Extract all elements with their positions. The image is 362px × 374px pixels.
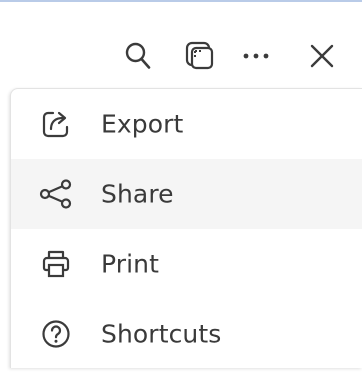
- export-icon: [39, 107, 73, 141]
- copy-icon: [185, 41, 214, 70]
- help-icon: [39, 317, 73, 351]
- close-button[interactable]: [300, 30, 344, 82]
- menu-item-label: Print: [101, 249, 160, 279]
- close-icon: [310, 44, 334, 68]
- more-button[interactable]: [234, 30, 278, 82]
- share-icon: [39, 177, 73, 211]
- search-icon: [125, 42, 151, 69]
- menu-item-share[interactable]: Share: [11, 159, 362, 229]
- top-border: [0, 0, 362, 2]
- toolbar: [104, 30, 362, 82]
- search-button[interactable]: [116, 30, 160, 82]
- menu-item-label: Share: [101, 179, 174, 209]
- menu-item-label: Shortcuts: [101, 319, 222, 349]
- printer-icon: [39, 247, 73, 281]
- menu-item-print[interactable]: Print: [11, 229, 362, 299]
- copy-button[interactable]: [178, 30, 222, 82]
- menu-item-export[interactable]: Export: [11, 89, 362, 159]
- more-options-menu: Export Share Print Shortcuts: [10, 88, 362, 368]
- menu-item-label: Export: [101, 109, 184, 139]
- more-icon: [243, 53, 269, 59]
- menu-item-shortcuts[interactable]: Shortcuts: [11, 299, 362, 369]
